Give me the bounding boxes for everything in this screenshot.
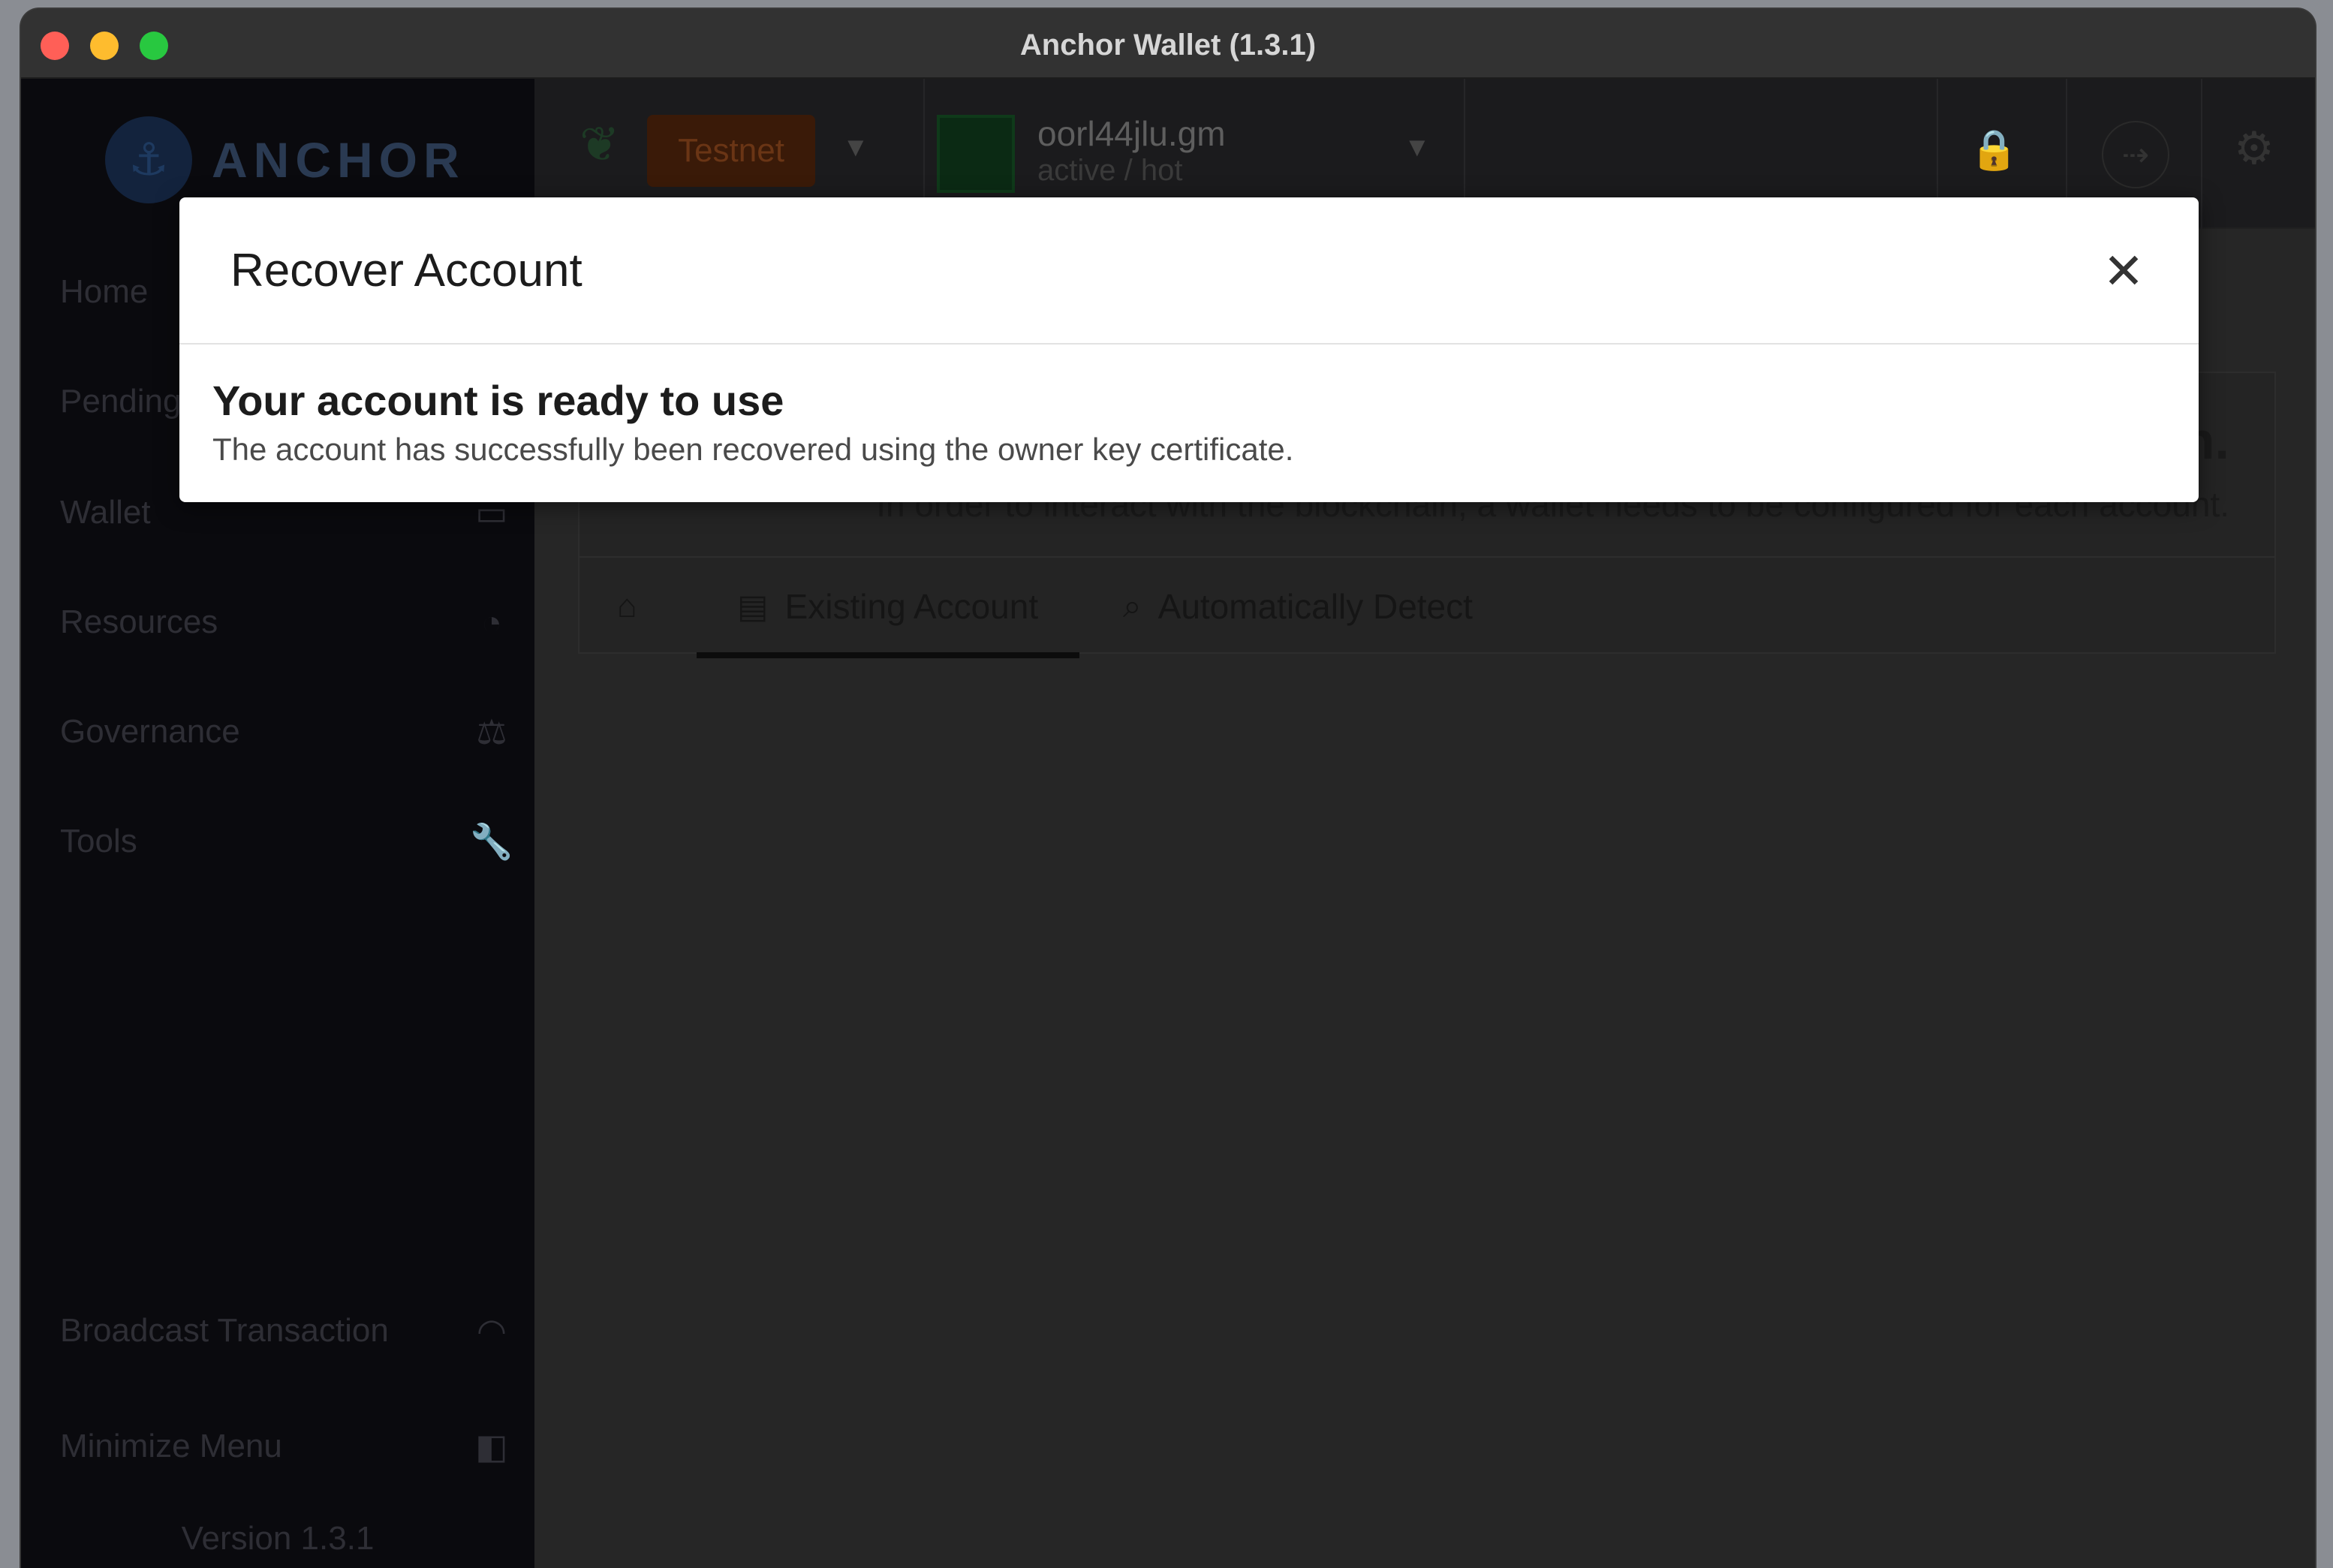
modal-header: Recover Account ✕ (179, 197, 2199, 345)
divider (2201, 79, 2202, 229)
sidebar-item-label: Tools (60, 823, 137, 859)
sidebar-item-governance[interactable]: Governance ⚖ (60, 702, 518, 762)
account-tabs: ⌂ ▤ Existing Account ⌕ Automatically Det… (578, 556, 2276, 658)
dashboard-icon: ◔ (481, 603, 502, 642)
home-icon: ⌂ (617, 588, 637, 624)
account-name[interactable]: oorl44jlu.gm (1037, 113, 1226, 154)
chain-logo-icon: ❦ (579, 117, 620, 171)
usb-icon[interactable]: ⇢ (2102, 121, 2169, 188)
title-bar: Anchor Wallet (1.3.1) (21, 9, 2315, 79)
sidebar-item-label: Wallet (60, 494, 151, 531)
sidebar-item-label: Pending (60, 383, 182, 420)
minimize-label: Minimize Menu (60, 1428, 282, 1464)
id-card-icon: ▤ (737, 588, 769, 625)
brand-name: ANCHOR (212, 132, 465, 188)
tab-automatically-detect[interactable]: ⌕ Automatically Detect (1123, 558, 1473, 655)
tab-label: Existing Account (784, 587, 1039, 626)
broadcast-label: Broadcast Transaction (60, 1312, 389, 1349)
window-title: Anchor Wallet (1.3.1) (1019, 29, 1317, 62)
account-permission: active / hot (1037, 154, 1183, 187)
modal-title: Recover Account (230, 245, 582, 296)
lock-icon[interactable]: 🔒 (1970, 127, 2018, 173)
sidebar-item-tools[interactable]: Tools 🔧 (60, 811, 518, 871)
account-avatar (937, 115, 1015, 193)
sidebar-item-label: Home (60, 273, 149, 310)
wrench-icon: 🔧 (470, 821, 513, 861)
search-icon: ⌕ (1123, 588, 1142, 624)
app-window: Anchor Wallet (1.3.1) ⚓ ANCHOR Home Pend… (21, 9, 2315, 1568)
network-selector[interactable]: Testnet (647, 115, 815, 187)
active-tab-indicator (697, 652, 1079, 658)
modal-heading: Your account is ready to use (212, 377, 784, 424)
tab-label: Automatically Detect (1157, 587, 1473, 626)
brand: ⚓ ANCHOR (105, 116, 465, 203)
version-label: Version 1.3.1 (181, 1520, 375, 1557)
broadcast-transaction-button[interactable]: Broadcast Transaction ◠ (60, 1301, 518, 1361)
close-icon[interactable]: ✕ (2100, 243, 2148, 299)
chevron-down-icon[interactable]: ▼ (842, 131, 869, 163)
minimize-menu-button[interactable]: Minimize Menu ◧ (60, 1416, 518, 1476)
sidebar-item-label: Governance (60, 713, 240, 750)
tab-home[interactable]: ⌂ (617, 558, 654, 655)
caret-left-square-icon: ◧ (475, 1427, 508, 1466)
gear-icon[interactable]: ⚙ (2234, 122, 2274, 175)
sidebar-item-resources[interactable]: Resources ◔ (60, 592, 518, 652)
chevron-down-icon[interactable]: ▼ (1404, 131, 1431, 163)
wifi-icon: ◠ (476, 1311, 507, 1350)
tab-existing-account[interactable]: ▤ Existing Account (697, 558, 1079, 658)
sidebar-item-label: Resources (60, 603, 218, 640)
balance-scale-icon: ⚖ (476, 712, 507, 751)
anchor-logo-icon: ⚓ (105, 116, 192, 203)
modal-description: The account has successfully been recove… (212, 432, 1294, 467)
recover-account-modal: Recover Account ✕ Your account is ready … (179, 197, 2199, 502)
